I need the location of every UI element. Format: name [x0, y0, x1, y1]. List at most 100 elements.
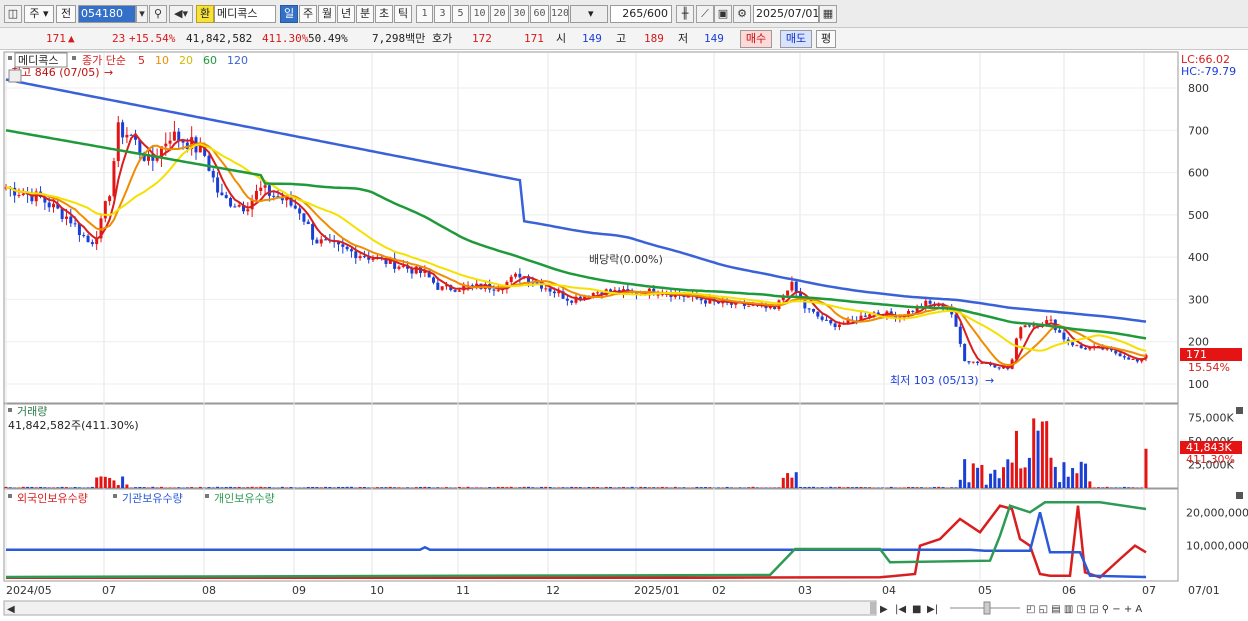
- candle-body: [552, 291, 556, 294]
- chart-area[interactable]: 800700600500400300200100 75,000K50,000K2…: [0, 51, 1248, 621]
- volume-panel[interactable]: [3, 403, 1179, 489]
- market-select[interactable]: 주 ▾: [24, 5, 54, 23]
- period-button-5[interactable]: 초: [375, 5, 393, 23]
- volume-bar: [466, 486, 470, 488]
- hc-label: HC:-79.79: [1181, 65, 1236, 78]
- layout-icon[interactable]: ◫: [4, 5, 22, 23]
- volume-bar: [1058, 482, 1062, 488]
- volume-bar: [358, 486, 362, 488]
- stock-name-field[interactable]: 메디콕스: [214, 5, 276, 23]
- line-tool-icon[interactable]: ⟋: [696, 5, 714, 23]
- interval-button-6[interactable]: 60: [530, 5, 549, 23]
- code-dropdown-icon[interactable]: ▾: [136, 5, 148, 23]
- interval-button-0[interactable]: 1: [416, 5, 433, 23]
- volume-bar: [699, 487, 703, 488]
- hwan-button[interactable]: 환: [196, 5, 214, 23]
- volume-bar: [548, 486, 552, 488]
- volume-bar: [928, 487, 932, 488]
- scroll-left-icon[interactable]: ◀: [7, 604, 15, 615]
- save-icon[interactable]: ▣: [714, 5, 732, 23]
- holdings-y-tick: 10,000,000: [1186, 540, 1248, 553]
- price-panel[interactable]: [3, 51, 1179, 404]
- low-arrow-icon: →: [985, 374, 994, 387]
- chart-canvas[interactable]: 800700600500400300200100 75,000K50,000K2…: [0, 51, 1248, 621]
- period-button-2[interactable]: 월: [318, 5, 336, 23]
- period-button-3[interactable]: 년: [337, 5, 355, 23]
- change-amount: 23: [112, 32, 126, 45]
- toolbox-icons[interactable]: ◰ ◱ ▤ ▥ ◳ ◲ ⚲ − + A: [1026, 604, 1142, 615]
- sell-button[interactable]: 매도: [780, 30, 812, 48]
- calendar-icon[interactable]: ▦: [819, 5, 837, 23]
- volume-bar: [881, 487, 885, 488]
- volume-bar: [647, 487, 651, 488]
- avg-button[interactable]: 평: [816, 30, 836, 48]
- legend-square: [113, 494, 117, 498]
- candle-body: [298, 208, 302, 214]
- candle-body: [254, 190, 258, 200]
- candle-body: [509, 276, 513, 283]
- volume-bar: [1019, 468, 1023, 488]
- scroll-right-icon[interactable]: ▶: [880, 604, 888, 615]
- ma-legend-period: 120: [227, 54, 248, 67]
- interval-button-1[interactable]: 3: [434, 5, 451, 23]
- volume-bar: [147, 487, 150, 488]
- count-field[interactable]: 265/600: [610, 5, 672, 23]
- code-input[interactable]: 054180: [78, 5, 136, 23]
- volume-bar: [121, 476, 125, 488]
- volume-bar: [816, 487, 820, 488]
- horizontal-scrollbar[interactable]: [3, 600, 877, 616]
- speaker-icon[interactable]: ◀▾: [169, 5, 193, 23]
- volume-bar: [116, 485, 120, 488]
- legend-square: [8, 494, 12, 498]
- volume-bar: [859, 486, 863, 488]
- candle-body: [704, 300, 708, 304]
- interval-button-7[interactable]: 120: [550, 5, 569, 23]
- volume-bar: [691, 487, 695, 488]
- candle-body: [794, 281, 798, 293]
- holdings-panel-close-icon[interactable]: [1236, 492, 1243, 499]
- candle-body: [164, 143, 168, 147]
- period-button-0[interactable]: 일: [280, 5, 298, 23]
- volume-bar: [574, 487, 578, 488]
- volume-bar: [112, 480, 116, 488]
- volume-panel-close-icon[interactable]: [1236, 407, 1243, 414]
- period-button-1[interactable]: 주: [299, 5, 317, 23]
- buy-button[interactable]: 매수: [740, 30, 772, 48]
- interval-button-2[interactable]: 5: [452, 5, 469, 23]
- candle-body: [1058, 330, 1062, 333]
- candle-body: [73, 223, 77, 225]
- stop-icon[interactable]: ■: [912, 604, 921, 615]
- jump-start-icon[interactable]: |◀: [895, 604, 906, 615]
- volume-bar: [630, 486, 634, 488]
- date-field[interactable]: 2025/07/01: [753, 5, 819, 23]
- grid-toggle-icon[interactable]: [8, 69, 22, 83]
- period-button-4[interactable]: 분: [356, 5, 374, 23]
- candle-body: [967, 361, 971, 363]
- zoom-slider-thumb[interactable]: [983, 601, 991, 615]
- period-button-6[interactable]: 틱: [394, 5, 412, 23]
- search-icon[interactable]: ⚲: [149, 5, 167, 23]
- interval-button-4[interactable]: 20: [490, 5, 509, 23]
- jump-end-icon[interactable]: ▶|: [927, 604, 938, 615]
- candle-body: [807, 308, 811, 310]
- volume-bar: [47, 487, 51, 488]
- candle-body: [17, 195, 21, 197]
- interval-custom-select[interactable]: ▾: [570, 5, 608, 23]
- interval-button-3[interactable]: 10: [470, 5, 489, 23]
- volume-bar: [1144, 448, 1148, 488]
- volume-bar: [557, 487, 561, 488]
- scrollbar-thumb[interactable]: [870, 602, 876, 614]
- volume-bar: [457, 486, 461, 488]
- candle-body: [246, 209, 250, 212]
- volume-bar: [1036, 430, 1040, 488]
- current-price-label: 171: [1186, 348, 1207, 361]
- volume-bar: [8, 487, 12, 488]
- candle-icon[interactable]: ╫: [676, 5, 694, 23]
- gear-icon[interactable]: ⚙: [733, 5, 751, 23]
- volume-bar: [444, 487, 448, 488]
- interval-button-5[interactable]: 30: [510, 5, 529, 23]
- volume-bar: [1105, 486, 1109, 488]
- candle-body: [829, 320, 833, 324]
- volume-bar: [397, 487, 401, 488]
- prev-button[interactable]: 전: [56, 5, 76, 23]
